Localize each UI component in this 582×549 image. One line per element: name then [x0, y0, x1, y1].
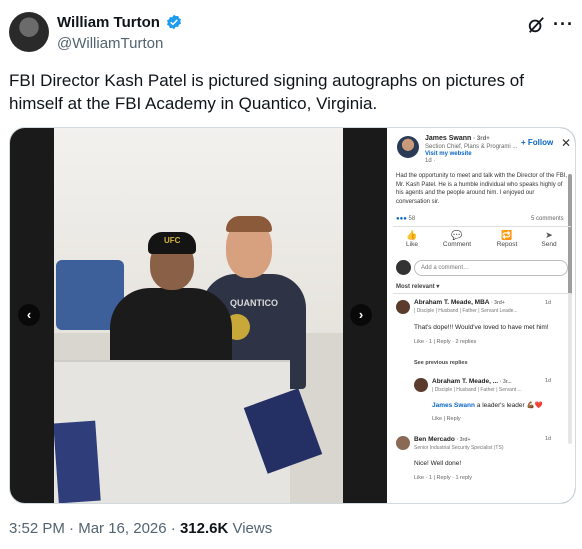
event-photo: QUANTICO UFC	[54, 128, 343, 503]
repost-icon: 🔁	[501, 230, 513, 240]
reaction-count: ●●● 58	[396, 216, 415, 222]
comment-icon: 💬	[451, 230, 463, 240]
close-icon: ✕	[561, 136, 572, 150]
comment-action: 💬 Comment	[437, 230, 477, 248]
commenter-degree: · 3rd+	[456, 437, 471, 443]
comment-actions: Like · 1 | Reply · 2 replies	[414, 339, 477, 345]
verified-badge-icon	[167, 14, 181, 30]
reply-mention: James Swann	[432, 402, 475, 409]
tweet-footer: 3:52 PM · Mar 16, 2026 · 312.6K Views	[9, 520, 272, 537]
commenter-headline: Senior Industrial Security Specialist (T…	[414, 445, 504, 451]
comment-label: Comment	[442, 241, 472, 248]
divider	[393, 293, 571, 294]
reactions-icon: ●●●	[396, 216, 407, 222]
post-author-title: Section Chief, Plans & Programi ...	[425, 144, 518, 150]
author-name[interactable]: William Turton	[57, 14, 160, 31]
comment-actions: Like · 1 | Reply · 1 reply	[414, 475, 472, 481]
author-avatar[interactable]	[9, 12, 49, 52]
commenter-name-text: Abraham T. Meade, MBA	[414, 299, 490, 306]
shirt-text: QUANTICO	[230, 298, 278, 308]
post-author-avatar	[397, 136, 419, 158]
comment-time: 1d	[545, 300, 552, 306]
cap-logo: UFC	[164, 236, 181, 245]
send-action: ➤ Send	[529, 230, 569, 248]
see-previous-replies: See previous replies	[414, 360, 468, 366]
reply-time: 1d	[545, 378, 552, 384]
linkedin-post-panel: James Swann · 3rd+ Section Chief, Plans …	[387, 128, 575, 503]
reply-degree: · 3r...	[499, 379, 512, 385]
separator: ·	[64, 520, 79, 537]
commenter-name-text: Ben Mercado	[414, 436, 455, 443]
prev-image-button[interactable]: ‹	[18, 304, 40, 326]
tweet-time[interactable]: 3:52 PM	[9, 520, 65, 537]
tweet-text: FBI Director Kash Patel is pictured sign…	[9, 71, 524, 113]
reply-avatar	[414, 378, 428, 392]
post-author-name-text: James Swann	[425, 135, 472, 142]
commenter-headline: | Disciple | Husband | Father | Servant …	[414, 308, 518, 314]
send-label: Send	[541, 241, 557, 248]
commenter-degree: · 3rd+	[491, 300, 505, 306]
comment-text: That's dope!!! Would've loved to have me…	[414, 324, 549, 331]
commenter-name: Abraham T. Meade, MBA · 3rd+	[414, 299, 505, 306]
tweet-date[interactable]: Mar 16, 2026	[78, 520, 166, 537]
agent-hair	[226, 216, 272, 232]
add-comment-field: Add a comment…	[414, 260, 568, 276]
repost-action: 🔁 Repost	[487, 230, 527, 248]
grok-icon[interactable]	[527, 16, 545, 34]
autograph-pictures	[54, 420, 101, 503]
reply-text: James Swann a leader's leader 💪🏾❤️	[432, 401, 543, 409]
post-author-degree: · 3rd+	[473, 136, 490, 142]
reply-actions: Like | Reply	[432, 416, 461, 422]
more-options-icon[interactable]: ···	[553, 14, 574, 35]
post-body: Had the opportunity to meet and talk wit…	[396, 173, 568, 205]
follow-button: + Follow	[521, 138, 554, 147]
author-handle[interactable]: @WilliamTurton	[57, 35, 163, 52]
reply-headline: | Disciple | Husband | Father | Servant …	[432, 387, 522, 393]
like-action: 👍 Like	[392, 230, 432, 248]
comment-time: 1d	[545, 436, 552, 442]
views-count: 312.6K	[179, 520, 229, 537]
comments-count: 5 comments	[531, 216, 564, 222]
reaction-count-text: 58	[408, 216, 416, 222]
like-icon: 👍	[406, 230, 418, 240]
send-icon: ➤	[545, 230, 553, 240]
reply-text-body: a leader's leader 💪🏾❤️	[475, 402, 543, 409]
commenter-avatar	[396, 436, 410, 450]
tweet-media[interactable]: QUANTICO UFC ‹ › James Swann · 3rd+ Sect…	[9, 127, 576, 504]
repost-label: Repost	[496, 241, 518, 248]
comment-text: Nice! Well done!	[414, 460, 462, 467]
reply-name: Abraham T. Meade, ... · 3r...	[432, 378, 512, 385]
visit-website-link: Visit my website	[425, 151, 472, 157]
post-age: 1d ·	[425, 158, 436, 164]
separator: ·	[166, 520, 180, 537]
viewer-avatar	[396, 260, 411, 275]
reply-name-text: Abraham T. Meade, ...	[432, 378, 499, 385]
commenter-avatar	[396, 300, 410, 314]
divider	[393, 226, 571, 227]
views-label: Views	[228, 520, 273, 537]
next-image-button[interactable]: ›	[350, 304, 372, 326]
sort-comments: Most relevant ▾	[396, 284, 440, 290]
commenter-name: Ben Mercado · 3rd+	[414, 436, 470, 443]
like-label: Like	[406, 241, 418, 248]
post-author-name: James Swann · 3rd+	[425, 135, 490, 142]
